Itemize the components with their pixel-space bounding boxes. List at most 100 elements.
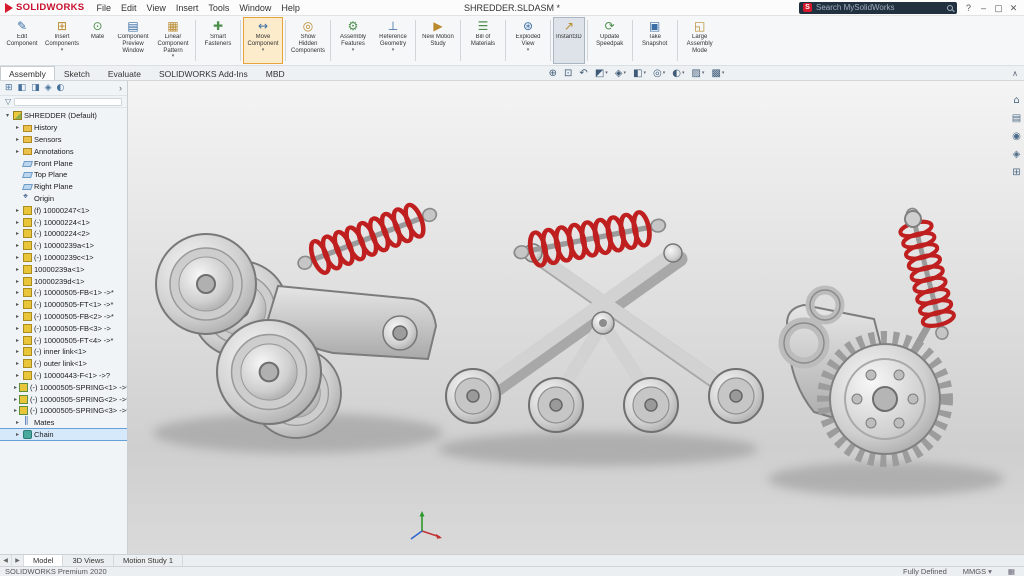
tree-item-right-plane[interactable]: Right Plane	[0, 181, 127, 193]
expander-icon[interactable]: ▸	[14, 289, 21, 296]
menu-file[interactable]: File	[91, 2, 116, 14]
display-style-icon[interactable]: ◧ ▾	[633, 68, 646, 79]
expander-icon[interactable]: ▸	[14, 278, 21, 285]
expander-icon[interactable]: ▸	[14, 431, 21, 438]
statusbar-tool-icon[interactable]: ▦	[1008, 567, 1015, 576]
tree-item-history[interactable]: ▸ History	[0, 122, 127, 134]
expander-icon[interactable]: ▸	[14, 360, 21, 367]
propertymanager-tab[interactable]: ◧	[18, 83, 27, 93]
tree-item-10000224-2[interactable]: ▸ (-) 10000224<2>	[0, 228, 127, 240]
tree-item-front-plane[interactable]: Front Plane	[0, 157, 127, 169]
tree-item-10000505-fb-3[interactable]: ▸ (-) 10000505-FB<3> ->	[0, 322, 127, 334]
expander-icon[interactable]: ▸	[14, 219, 21, 226]
ribbon-button-bill-of-materials[interactable]: ☰ Bill of Materials	[463, 17, 503, 64]
ribbon-button-linear-component-pattern[interactable]: ▦ Linear Component Pattern ▾	[153, 17, 193, 64]
ribbon-button-new-motion-study[interactable]: ▶ New Motion Study	[418, 17, 458, 64]
right-assembly[interactable]	[778, 205, 959, 467]
ribbon-button-assembly-features[interactable]: ⚙ Assembly Features ▾	[333, 17, 373, 64]
tree-item-10000505-spring-3[interactable]: ▸ (-) 10000505-SPRING<3> ->*	[0, 405, 127, 417]
ribbon-button-smart-fasteners[interactable]: ✚ Smart Fasteners	[198, 17, 238, 64]
scroll-tabs-left-button[interactable]: ◀	[0, 555, 12, 566]
section-view-icon[interactable]: ◩ ▾	[595, 68, 608, 79]
left-assembly[interactable]	[155, 197, 442, 439]
zoom-to-fit-icon[interactable]: ⊕	[549, 68, 557, 79]
mysolidworks-search-input[interactable]: S Search MySolidWorks	[799, 1, 957, 14]
expander-icon[interactable]: ▸	[14, 396, 17, 403]
ribbon-button-show-hidden-components[interactable]: ◎ Show Hidden Components	[288, 17, 328, 64]
tree-item-mates[interactable]: ▸ Mates	[0, 416, 127, 429]
tree-item-10000505-spring-2[interactable]: ▸ (-) 10000505-SPRING<2> ->*	[0, 393, 127, 405]
graphics-viewport[interactable]: ⌂ ▤ ◉ ◈ ⊞	[128, 81, 1024, 554]
scroll-tabs-right-button[interactable]: ▶	[12, 555, 24, 566]
ribbon-button-instant3d[interactable]: ↗ Instant3D	[553, 17, 585, 64]
menu-help[interactable]: Help	[276, 2, 305, 14]
tree-item-10000505-fb-1[interactable]: ▸ (-) 10000505-FB<1> ->*	[0, 287, 127, 299]
apply-scene-icon[interactable]: ▨ ▾	[691, 68, 704, 79]
hide-show-items-icon[interactable]: ◎ ▾	[653, 68, 665, 79]
zoom-to-area-icon[interactable]: ⊡	[564, 68, 572, 79]
expander-icon[interactable]: ▸	[14, 266, 21, 273]
tree-item-10000239a-1[interactable]: ▸ 10000239a<1>	[0, 263, 127, 275]
units-selector[interactable]: MMGS ▾	[963, 567, 992, 576]
tab-sketch[interactable]: Sketch	[55, 66, 99, 80]
home-icon[interactable]: ⌂	[1010, 95, 1023, 106]
expander-icon[interactable]: ▸	[14, 419, 21, 426]
expander-icon[interactable]: ▸	[14, 337, 21, 344]
ribbon-button-mate[interactable]: ⊙ Mate	[82, 17, 113, 64]
dimxpertmanager-tab[interactable]: ◈	[45, 83, 52, 93]
expander-icon[interactable]: ▸	[14, 254, 21, 261]
tree-filter-icon[interactable]: ▽	[5, 97, 11, 106]
expander-icon[interactable]: ▸	[14, 348, 21, 355]
expander-icon[interactable]: ▸	[14, 230, 21, 237]
tree-item-10000505-fb-2[interactable]: ▸ (-) 10000505-FB<2> ->*	[0, 311, 127, 323]
tree-item-10000239c-1[interactable]: ▸ (-) 10000239c<1>	[0, 252, 127, 264]
expander-icon[interactable]: ▸	[14, 384, 17, 391]
ribbon-button-edit-component[interactable]: ✎ Edit Component	[2, 17, 42, 64]
tree-item-f-10000247-1[interactable]: ▸ (f) 10000247<1>	[0, 204, 127, 216]
displaymanager-tab[interactable]: ◐	[57, 83, 65, 93]
tree-item-shredder-default[interactable]: ▾ SHREDDER (Default)	[0, 110, 127, 122]
tree-item-sensors[interactable]: ▸ Sensors	[0, 134, 127, 146]
tree-item-10000505-ft-1[interactable]: ▸ (-) 10000505-FT<1> ->*	[0, 299, 127, 311]
tree-item-10000505-ft-4[interactable]: ▸ (-) 10000505-FT<4> ->*	[0, 334, 127, 346]
featuremanager-tab[interactable]: ⊞	[5, 83, 13, 93]
ribbon-button-move-component[interactable]: ↔ Move Component ▾	[243, 17, 283, 64]
expander-icon[interactable]: ▸	[14, 242, 21, 249]
expander-icon[interactable]: ▸	[14, 313, 21, 320]
edit-appearance-icon[interactable]: ◐ ▾	[672, 68, 684, 79]
tab-solidworks-add-ins[interactable]: SOLIDWORKS Add-Ins	[150, 66, 257, 80]
ribbon-button-reference-geometry[interactable]: ⊥ Reference Geometry ▾	[373, 17, 413, 64]
view-orientation-icon[interactable]: ◈ ▾	[615, 68, 626, 79]
ribbon-button-exploded-view[interactable]: ⊛ Exploded View ▾	[508, 17, 548, 64]
tree-item-inner-link-1[interactable]: ▸ (-) inner link<1>	[0, 346, 127, 358]
expander-icon[interactable]: ▸	[14, 124, 21, 131]
menu-view[interactable]: View	[141, 2, 170, 14]
bottom-tab-model[interactable]: Model	[24, 555, 64, 566]
manufacturers-icon[interactable]: ◈	[1010, 149, 1023, 160]
tree-item-10000239a-1[interactable]: ▸ (-) 10000239a<1>	[0, 240, 127, 252]
ribbon-button-component-preview-window[interactable]: ▤ Component Preview Window	[113, 17, 153, 64]
tree-item-outer-link-1[interactable]: ▸ (-) outer link<1>	[0, 358, 127, 370]
tree-item-10000239d-1[interactable]: ▸ 10000239d<1>	[0, 275, 127, 287]
ribbon-button-update-speedpak[interactable]: ⟳ Update Speedpak	[590, 17, 630, 64]
expander-icon[interactable]: ▸	[14, 207, 21, 214]
settings-icon[interactable]: ⊞	[1010, 167, 1023, 178]
window-close-button[interactable]: ✕	[1006, 1, 1021, 15]
tab-assembly[interactable]: Assembly	[0, 66, 55, 80]
tree-item-annotations[interactable]: ▸ Annotations	[0, 145, 127, 157]
view-settings-icon[interactable]: ▩ ▾	[711, 68, 724, 79]
ribbon-button-take-snapshot[interactable]: ▣ Take Snapshot	[635, 17, 675, 64]
tree-item-chain[interactable]: ▸ Chain	[0, 427, 127, 442]
middle-assembly[interactable]	[445, 208, 764, 433]
resources-icon[interactable]: ▤	[1010, 113, 1023, 124]
menu-edit[interactable]: Edit	[116, 2, 142, 14]
tab-mbd[interactable]: MBD	[257, 66, 294, 80]
expander-icon[interactable]: ▸	[14, 148, 21, 155]
tree-item-10000443-f-1[interactable]: ▸ (-) 10000443-F<1> ->?	[0, 370, 127, 382]
community-icon[interactable]: ◉	[1010, 131, 1023, 142]
window-restore-button[interactable]: ▢	[991, 1, 1006, 15]
expander-icon[interactable]: ▾	[4, 112, 11, 119]
tree-item-10000224-1[interactable]: ▸ (-) 10000224<1>	[0, 216, 127, 228]
panel-collapse-chevron[interactable]: ›	[119, 83, 122, 93]
expander-icon[interactable]: ▸	[14, 372, 21, 379]
